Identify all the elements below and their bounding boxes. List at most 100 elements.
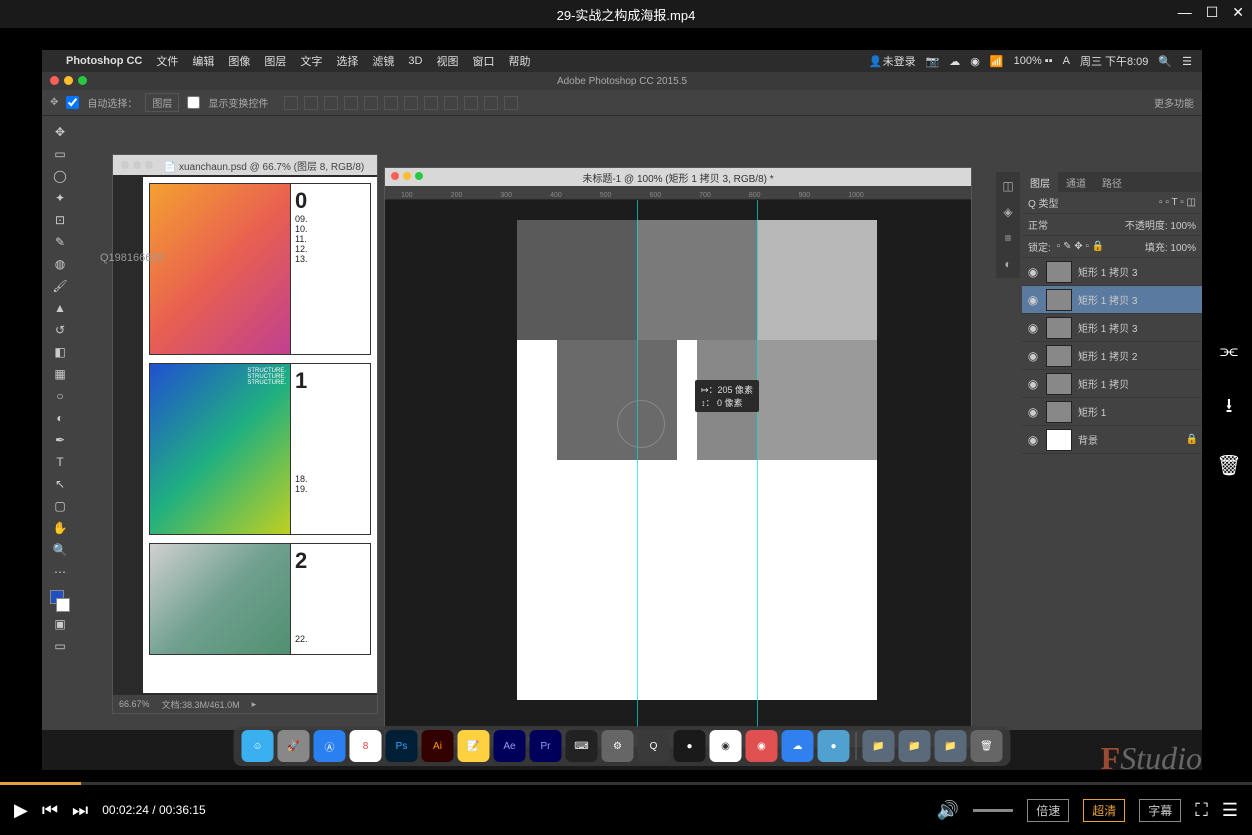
volume-button[interactable]: 🔊 <box>937 800 959 821</box>
panel-icon[interactable]: ◫ <box>998 176 1018 196</box>
align-icon[interactable] <box>444 96 458 110</box>
zoom-tool[interactable]: 🔍 <box>48 540 72 560</box>
menu-layer[interactable]: 图层 <box>264 53 286 69</box>
menu-icon[interactable]: ☰ <box>1182 55 1192 68</box>
eraser-tool[interactable]: ◧ <box>48 342 72 362</box>
wifi-icon[interactable]: ◉ <box>970 55 980 68</box>
visibility-icon[interactable]: ◉ <box>1026 433 1040 447</box>
signal-icon[interactable]: 📶 <box>990 55 1004 68</box>
stamp-tool[interactable]: ▲ <box>48 298 72 318</box>
rect-shape[interactable] <box>637 220 757 340</box>
screen-mode[interactable]: ▭ <box>48 636 72 656</box>
mask-mode[interactable]: ▣ <box>48 614 72 634</box>
doc2-titlebar[interactable]: 未标题-1 @ 100% (矩形 1 拷贝 3, RGB/8) * <box>385 168 971 186</box>
menu-type[interactable]: 文字 <box>300 53 322 69</box>
layer-row[interactable]: ◉背景🔒 <box>1022 426 1202 454</box>
align-icon[interactable] <box>484 96 498 110</box>
dock-baidu[interactable]: ☁ <box>782 730 814 762</box>
move-tool[interactable]: ✥ <box>48 122 72 142</box>
menu-help[interactable]: 帮助 <box>508 53 530 69</box>
layer-thumbnail[interactable] <box>1046 345 1072 367</box>
visibility-icon[interactable]: ◉ <box>1026 377 1040 391</box>
clock[interactable]: 周三 下午8:09 <box>1080 53 1148 69</box>
layer-row[interactable]: ◉矩形 1 拷贝 3 <box>1022 314 1202 342</box>
dock-folder[interactable]: 📁 <box>935 730 967 762</box>
doc1-zoom[interactable]: 66.67% <box>119 699 150 709</box>
blur-tool[interactable]: ○ <box>48 386 72 406</box>
dodge-tool[interactable]: ◐ <box>48 408 72 428</box>
wand-tool[interactable]: ✦ <box>48 188 72 208</box>
crop-tool[interactable]: ⊡ <box>48 210 72 230</box>
history-tool[interactable]: ↺ <box>48 320 72 340</box>
shape-tool[interactable]: ▢ <box>48 496 72 516</box>
layer-thumbnail[interactable] <box>1046 261 1072 283</box>
align-icon[interactable] <box>284 96 298 110</box>
pen-tool[interactable]: ✒ <box>48 430 72 450</box>
panel-icon[interactable]: ◈ <box>998 202 1018 222</box>
tab-paths[interactable]: 路径 <box>1094 172 1130 192</box>
dock-quicktime[interactable]: Q <box>638 730 670 762</box>
auto-select-target[interactable]: 图层 <box>145 93 179 112</box>
battery-icon[interactable]: 100% ▪▪ <box>1014 55 1053 67</box>
visibility-icon[interactable]: ◉ <box>1026 265 1040 279</box>
menu-view[interactable]: 视图 <box>436 53 458 69</box>
tab-layers[interactable]: 图层 <box>1022 172 1058 192</box>
dock-folder[interactable]: 📁 <box>863 730 895 762</box>
dock-launchpad[interactable]: 🚀 <box>278 730 310 762</box>
align-icon[interactable] <box>364 96 378 110</box>
marquee-tool[interactable]: ▭ <box>48 144 72 164</box>
path-tool[interactable]: ↖ <box>48 474 72 494</box>
rect-shape[interactable] <box>557 340 677 460</box>
dock-terminal[interactable]: ⌨ <box>566 730 598 762</box>
align-icon[interactable] <box>344 96 358 110</box>
dock-photoshop[interactable]: Ps <box>386 730 418 762</box>
dock-finder[interactable]: ☺ <box>242 730 274 762</box>
panel-icon[interactable]: ≡ <box>998 228 1018 248</box>
doc2-canvas[interactable]: ↦：205 像素 ↕： 0 像素 <box>399 200 971 728</box>
blend-mode[interactable]: 正常 <box>1028 217 1048 232</box>
menu-file[interactable]: 文件 <box>156 53 178 69</box>
close-icon[interactable]: ✕ <box>1232 4 1244 21</box>
input-icon[interactable]: A <box>1063 55 1070 67</box>
dock-premiere[interactable]: Pr <box>530 730 562 762</box>
ps-maximize-button[interactable] <box>78 76 87 85</box>
ps-close-button[interactable] <box>50 76 59 85</box>
maximize-icon[interactable]: ☐ <box>1206 4 1219 21</box>
dock-cinema4d[interactable]: ● <box>674 730 706 762</box>
background-color[interactable] <box>56 598 70 612</box>
playlist-button[interactable]: ☰ <box>1222 800 1238 821</box>
tab-channels[interactable]: 通道 <box>1058 172 1094 192</box>
auto-select-checkbox[interactable] <box>66 96 79 109</box>
doc1-titlebar[interactable]: 📄 xuanchaun.psd @ 66.7% (图层 8, RGB/8) <box>113 155 377 175</box>
type-tool[interactable]: T <box>48 452 72 472</box>
align-icon[interactable] <box>404 96 418 110</box>
layer-thumbnail[interactable] <box>1046 289 1072 311</box>
dock-aftereffects[interactable]: Ae <box>494 730 526 762</box>
menu-window[interactable]: 窗口 <box>472 53 494 69</box>
play-button[interactable]: ▶ <box>14 800 28 821</box>
layer-row[interactable]: ◉矩形 1 拷贝 3 <box>1022 286 1202 314</box>
rect-shape[interactable] <box>677 340 697 460</box>
healing-tool[interactable]: ◍ <box>48 254 72 274</box>
menu-image[interactable]: 图像 <box>228 53 250 69</box>
dock-app2[interactable]: ● <box>818 730 850 762</box>
search-icon[interactable]: 🔍 <box>1158 55 1172 68</box>
dock-app[interactable]: ◉ <box>746 730 778 762</box>
next-button[interactable]: ⏭ <box>72 800 88 821</box>
camera-icon[interactable]: 📷 <box>926 55 940 68</box>
visibility-icon[interactable]: ◉ <box>1026 349 1040 363</box>
menu-edit[interactable]: 编辑 <box>192 53 214 69</box>
rect-shape[interactable] <box>757 340 877 460</box>
rect-shape[interactable] <box>517 340 557 460</box>
dock-notes[interactable]: 📝 <box>458 730 490 762</box>
visibility-icon[interactable]: ◉ <box>1026 321 1040 335</box>
panel-icon[interactable]: ◐ <box>998 254 1018 274</box>
move-tool-icon[interactable]: ✥ <box>50 97 58 108</box>
layer-row[interactable]: ◉矩形 1 拷贝 2 <box>1022 342 1202 370</box>
share-icon[interactable]: ⫘ <box>1220 340 1238 363</box>
download-icon[interactable]: ⭳ <box>1226 391 1233 425</box>
show-transform-checkbox[interactable] <box>187 96 200 109</box>
ps-minimize-button[interactable] <box>64 76 73 85</box>
dock-calendar[interactable]: 8 <box>350 730 382 762</box>
hand-tool[interactable]: ✋ <box>48 518 72 538</box>
